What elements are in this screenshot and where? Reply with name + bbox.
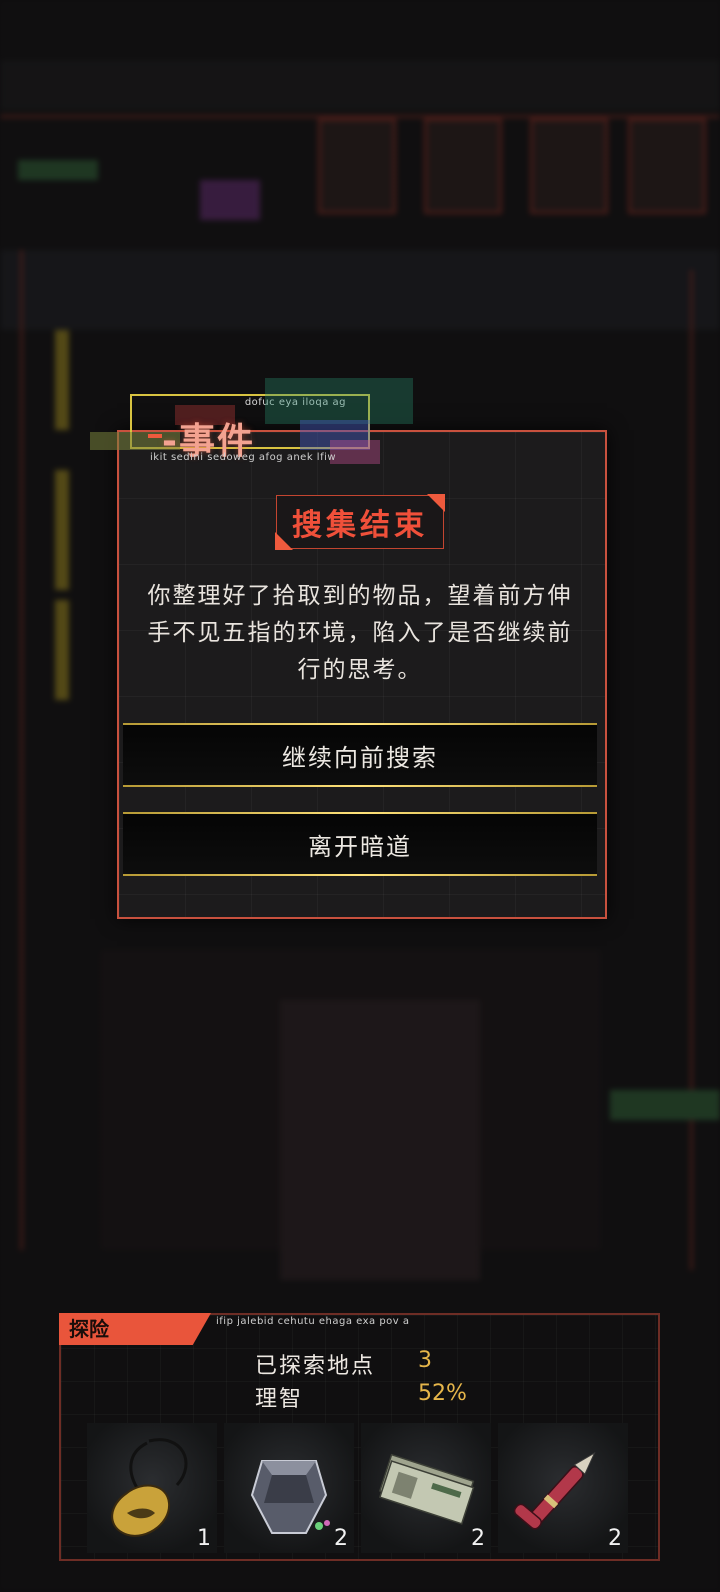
leave-passage-button[interactable]: 离开暗道	[123, 812, 597, 876]
explored-locations-label: 已探索地点	[255, 1354, 376, 1379]
background-topbar	[0, 60, 720, 110]
sanity-value: 52%	[418, 1381, 467, 1406]
expedition-tab-label: 探险	[69, 1317, 109, 1341]
event-header-caption-bottom: ikit sedini sedoweg afog anek lfiw	[150, 452, 337, 463]
leave-passage-label: 离开暗道	[308, 832, 412, 861]
item-slot-fish-pendant[interactable]: 1	[87, 1423, 217, 1553]
expedition-tab: 探险	[59, 1313, 211, 1345]
item-slot-fountain-pen[interactable]: 2	[498, 1423, 628, 1553]
explored-locations-value: 3	[418, 1348, 432, 1373]
expedition-caption: ifip jalebid cehutu ehaga exa pov a	[216, 1316, 410, 1327]
item-count: 2	[608, 1526, 622, 1551]
continue-search-button[interactable]: 继续向前搜索	[123, 723, 597, 787]
continue-search-label: 继续向前搜索	[282, 743, 438, 772]
event-header-dash	[148, 434, 162, 438]
item-count: 2	[471, 1526, 485, 1551]
result-title-badge: 搜集结束	[275, 494, 445, 550]
sanity-label: 理智	[255, 1387, 304, 1412]
item-count: 2	[334, 1526, 348, 1551]
item-count: 1	[197, 1526, 211, 1551]
item-slot-banknotes[interactable]: 2	[361, 1423, 491, 1553]
item-slot-crystal-vessel[interactable]: 2	[224, 1423, 354, 1553]
event-story-text: 你整理好了拾取到的物品，望着前方伸手不见五指的环境，陷入了是否继续前行的思考。	[147, 583, 573, 683]
result-title: 搜集结束	[292, 508, 428, 543]
